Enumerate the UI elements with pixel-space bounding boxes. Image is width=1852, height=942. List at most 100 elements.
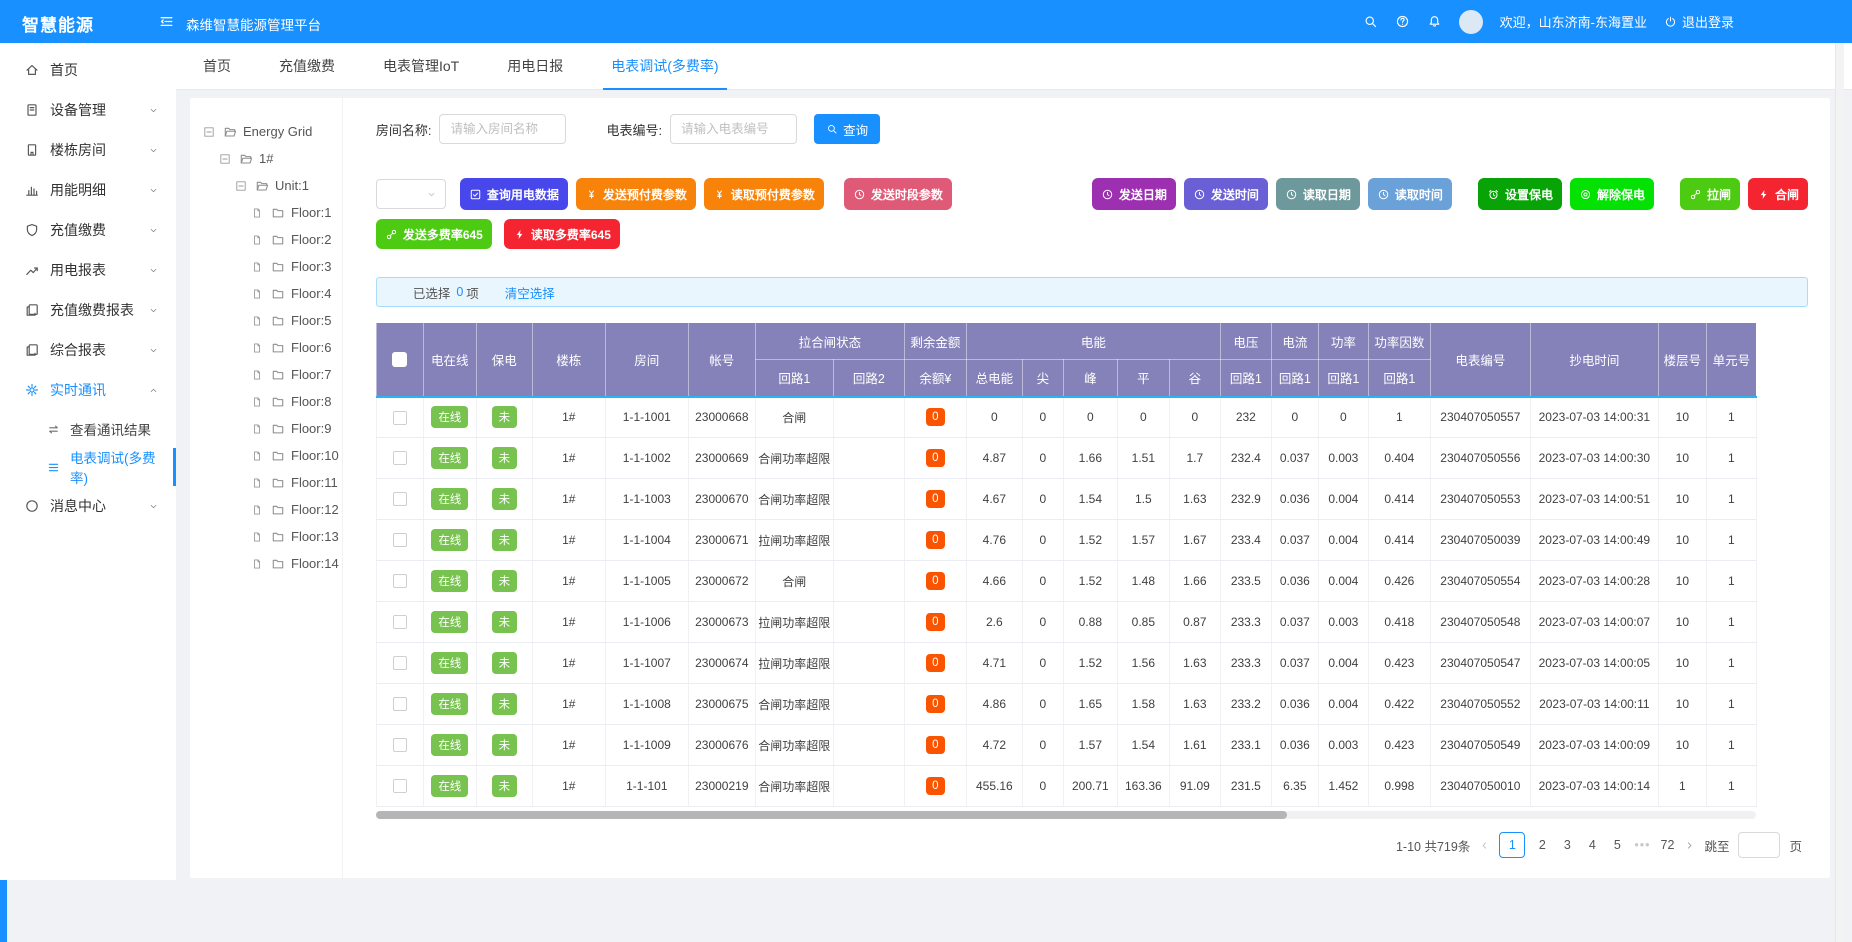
meter-no-input[interactable] xyxy=(670,114,797,144)
tree-node[interactable]: Floor:7 xyxy=(190,363,342,386)
jump-page-input[interactable] xyxy=(1738,832,1780,858)
open-switch-button[interactable]: 拉闸 xyxy=(1680,178,1740,210)
tree-node[interactable]: Floor:3 xyxy=(190,255,342,278)
page-number[interactable]: 3 xyxy=(1559,838,1575,852)
tree-node[interactable]: Floor:6 xyxy=(190,336,342,359)
sidebar-item-power-report[interactable]: 用电报表 xyxy=(0,250,176,290)
sidebar-item-building[interactable]: 楼栋房间 xyxy=(0,130,176,170)
table-cell: 0.036 xyxy=(1271,561,1318,602)
sidebar-item-realtime[interactable]: 实时通讯 xyxy=(0,370,176,410)
tree-node[interactable]: 1# xyxy=(190,147,342,170)
selected-count: 0 xyxy=(456,285,463,299)
tab-home[interactable]: 首页 xyxy=(203,43,231,90)
tab-recharge[interactable]: 充值缴费 xyxy=(279,43,335,90)
search-button[interactable]: 查询 xyxy=(814,114,880,144)
send-date-button[interactable]: 发送日期 xyxy=(1092,178,1176,210)
set-protect-button[interactable]: 设置保电 xyxy=(1478,178,1562,210)
tree-node[interactable]: Floor:2 xyxy=(190,228,342,251)
tree-node[interactable]: Floor:8 xyxy=(190,390,342,413)
clear-selection-link[interactable]: 清空选择 xyxy=(505,283,555,302)
read-multirate-645-button[interactable]: 读取多费率645 xyxy=(504,219,620,249)
sidebar-item-recharge-report[interactable]: 充值缴费报表 xyxy=(0,290,176,330)
row-checkbox[interactable] xyxy=(393,533,407,547)
send-period-params-button[interactable]: 发送时段参数 xyxy=(844,178,952,210)
sidebar-item-comm-result[interactable]: 查看通讯结果 xyxy=(0,410,176,448)
sidebar-item-recharge[interactable]: 充值缴费 xyxy=(0,210,176,250)
row-checkbox[interactable] xyxy=(393,574,407,588)
tree-node[interactable]: Floor:13 xyxy=(190,525,342,548)
clear-protect-button[interactable]: 解除保电 xyxy=(1570,178,1654,210)
org-tree: Energy Grid 1# Unit:1 Floor:1 Floor:2 Floor:3… xyxy=(190,98,343,878)
table-cell: 10 xyxy=(1658,520,1706,561)
page-number[interactable]: 72 xyxy=(1659,838,1675,852)
read-time-button[interactable]: 读取时间 xyxy=(1368,178,1452,210)
tree-node[interactable]: Floor:11 xyxy=(190,471,342,494)
tree-node[interactable]: Floor:5 xyxy=(190,309,342,332)
tree-node-label: 1# xyxy=(259,151,273,166)
sidebar-item-label: 用能明细 xyxy=(50,180,106,200)
table-cell: 0.003 xyxy=(1318,602,1368,643)
query-power-data-button[interactable]: 查询用电数据 xyxy=(460,178,568,210)
collapse-node-icon[interactable] xyxy=(219,153,231,165)
table-cell: 1.452 xyxy=(1318,766,1368,807)
sidebar-item-device[interactable]: 设备管理 xyxy=(0,90,176,130)
sidebar-item-energy[interactable]: 用能明细 xyxy=(0,170,176,210)
send-prepay-params-button[interactable]: 发送预付费参数 xyxy=(576,178,696,210)
select-all-checkbox[interactable] xyxy=(392,352,407,367)
next-page-icon[interactable] xyxy=(1684,840,1695,851)
collapse-node-icon[interactable] xyxy=(203,126,215,138)
row-checkbox[interactable] xyxy=(393,697,407,711)
tree-node[interactable]: Floor:1 xyxy=(190,201,342,224)
tab-meter-debug[interactable]: 电表调试(多费率) xyxy=(611,43,718,90)
page-scrollbar[interactable] xyxy=(1835,43,1844,942)
sidebar-item-label: 用电报表 xyxy=(50,260,106,280)
folder-open-icon xyxy=(223,125,237,139)
logout-button[interactable]: 退出登录 xyxy=(1664,12,1734,31)
row-checkbox[interactable] xyxy=(393,779,407,793)
row-checkbox[interactable] xyxy=(393,492,407,506)
read-prepay-params-button[interactable]: 读取预付费参数 xyxy=(704,178,824,210)
prev-page-icon[interactable] xyxy=(1479,840,1490,851)
tree-node[interactable]: Floor:9 xyxy=(190,417,342,440)
room-name-input[interactable] xyxy=(439,114,566,144)
tree-node[interactable]: Unit:1 xyxy=(190,174,342,197)
row-checkbox[interactable] xyxy=(393,738,407,752)
page-number[interactable]: 1 xyxy=(1499,832,1525,858)
tree-node[interactable]: Floor:10 xyxy=(190,444,342,467)
tab-meter-iot[interactable]: 电表管理IoT xyxy=(383,43,459,90)
row-checkbox[interactable] xyxy=(393,615,407,629)
sidebar-item-meter-debug[interactable]: 电表调试(多费率) xyxy=(0,448,176,486)
table-cell: 1 xyxy=(1706,438,1756,479)
close-switch-button[interactable]: 合闸 xyxy=(1748,178,1808,210)
page-number[interactable]: 2 xyxy=(1534,838,1550,852)
meter-type-select[interactable] xyxy=(376,179,446,209)
sidebar-item-message[interactable]: 消息中心 xyxy=(0,486,176,526)
tree-node[interactable]: Floor:12 xyxy=(190,498,342,521)
tab-daily-report[interactable]: 用电日报 xyxy=(507,43,563,90)
sidebar-item-home[interactable]: 首页 xyxy=(0,50,176,90)
read-date-button[interactable]: 读取日期 xyxy=(1276,178,1360,210)
row-checkbox[interactable] xyxy=(393,411,407,425)
tree-node[interactable]: Floor:4 xyxy=(190,282,342,305)
online-badge: 在线 xyxy=(431,406,468,428)
tree-node[interactable]: Floor:14 xyxy=(190,552,342,575)
send-multirate-645-button[interactable]: 发送多费率645 xyxy=(376,219,492,249)
page-number[interactable]: 5 xyxy=(1609,838,1625,852)
tree-node[interactable]: Energy Grid xyxy=(190,120,342,143)
bell-icon[interactable] xyxy=(1427,14,1442,29)
page-number[interactable]: 4 xyxy=(1584,838,1600,852)
help-icon[interactable] xyxy=(1395,14,1410,29)
horizontal-scrollbar-track[interactable] xyxy=(376,811,1756,819)
send-time-button[interactable]: 发送时间 xyxy=(1184,178,1268,210)
table-cell: 10 xyxy=(1658,725,1706,766)
row-select-cell xyxy=(376,438,423,479)
avatar[interactable] xyxy=(1459,10,1483,34)
collapse-menu-icon[interactable] xyxy=(158,13,175,30)
sidebar-item-summary-report[interactable]: 综合报表 xyxy=(0,330,176,370)
building-icon xyxy=(24,142,40,158)
collapse-node-icon[interactable] xyxy=(235,180,247,192)
row-checkbox[interactable] xyxy=(393,451,407,465)
row-checkbox[interactable] xyxy=(393,656,407,670)
search-icon[interactable] xyxy=(1363,14,1378,29)
horizontal-scrollbar-thumb[interactable] xyxy=(376,811,1287,819)
